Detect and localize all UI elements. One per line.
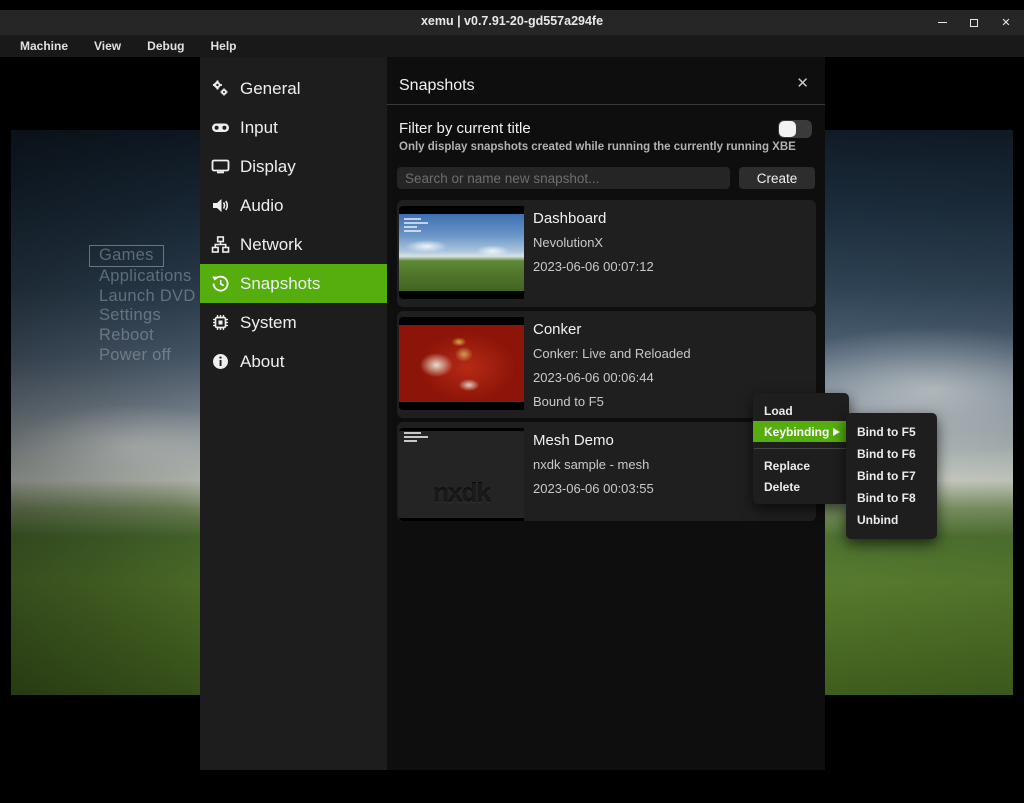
dashboard-item-reboot: Reboot bbox=[99, 326, 196, 346]
dashboard-item-settings: Settings bbox=[99, 306, 196, 326]
snapshot-title: Dashboard bbox=[533, 210, 654, 227]
context-menu-delete[interactable]: Delete bbox=[753, 476, 849, 497]
snapshot-game: NevolutionX bbox=[533, 235, 654, 250]
filter-by-title-label: Filter by current title bbox=[399, 120, 531, 137]
sidebar-item-label: About bbox=[240, 352, 284, 372]
snapshot-title: Mesh Demo bbox=[533, 432, 654, 449]
snapshot-thumbnail: nxdk bbox=[399, 428, 524, 521]
title-bar[interactable]: xemu | v0.7.91-20-gd557a294fe ✕ bbox=[0, 10, 1024, 35]
panel-header: Snapshots ✕ bbox=[387, 57, 825, 105]
submenu-bind-f7[interactable]: Bind to F7 bbox=[846, 465, 937, 487]
sidebar-item-label: Snapshots bbox=[240, 274, 320, 294]
xemu-window: xemu | v0.7.91-20-gd557a294fe ✕ Machine … bbox=[0, 0, 1024, 803]
sidebar-item-label: System bbox=[240, 313, 297, 333]
create-snapshot-button[interactable]: Create bbox=[739, 167, 815, 189]
nxdk-logo-text: nxdk bbox=[399, 478, 524, 509]
context-menu-load[interactable]: Load bbox=[753, 400, 849, 421]
dashboard-item-applications: Applications bbox=[99, 267, 196, 287]
sidebar-item-audio[interactable]: Audio bbox=[200, 186, 387, 225]
minimize-button[interactable] bbox=[934, 15, 950, 31]
gamepad-icon bbox=[211, 118, 230, 137]
thumbnail-overlay-text bbox=[404, 218, 428, 234]
snapshot-thumbnail bbox=[399, 206, 524, 299]
snapshot-timestamp: 2023-06-06 00:06:44 bbox=[533, 370, 691, 385]
thumbnail-overlay-text bbox=[404, 432, 428, 444]
submenu-unbind[interactable]: Unbind bbox=[846, 509, 937, 531]
sidebar-item-snapshots[interactable]: Snapshots bbox=[200, 264, 387, 303]
dashboard-item-games: Games bbox=[89, 245, 164, 267]
submenu-arrow-icon bbox=[833, 428, 840, 436]
submenu-bind-f5[interactable]: Bind to F5 bbox=[846, 421, 937, 443]
panel-title: Snapshots bbox=[399, 77, 475, 95]
minimize-icon bbox=[938, 22, 947, 24]
toggle-knob bbox=[779, 121, 796, 137]
menu-help[interactable]: Help bbox=[211, 39, 237, 53]
keybinding-submenu: Bind to F5 Bind to F6 Bind to F7 Bind to… bbox=[846, 413, 937, 539]
chip-icon bbox=[211, 313, 230, 332]
sidebar-item-about[interactable]: About bbox=[200, 342, 387, 381]
close-button[interactable]: ✕ bbox=[998, 15, 1014, 31]
sidebar-item-input[interactable]: Input bbox=[200, 108, 387, 147]
sidebar-item-label: General bbox=[240, 79, 300, 99]
menu-machine[interactable]: Machine bbox=[20, 39, 68, 53]
filter-toggle[interactable] bbox=[778, 120, 812, 138]
dashboard-item-power-off: Power off bbox=[99, 346, 196, 366]
maximize-button[interactable] bbox=[966, 15, 982, 31]
snapshot-game: nxdk sample - mesh bbox=[533, 457, 654, 472]
menu-bar: Machine View Debug Help bbox=[0, 35, 1024, 57]
filter-description: Only display snapshots created while run… bbox=[399, 141, 796, 153]
dashboard-item-launch-dvd: Launch DVD bbox=[99, 287, 196, 307]
speaker-icon bbox=[211, 196, 230, 215]
sidebar-item-label: Network bbox=[240, 235, 302, 255]
sidebar-item-network[interactable]: Network bbox=[200, 225, 387, 264]
context-menu-replace[interactable]: Replace bbox=[753, 455, 849, 476]
settings-sidebar: General Input Display Audio Network bbox=[200, 57, 387, 770]
sidebar-item-label: Display bbox=[240, 157, 296, 177]
menu-debug[interactable]: Debug bbox=[147, 39, 184, 53]
snapshot-timestamp: 2023-06-06 00:03:55 bbox=[533, 481, 654, 496]
snapshot-binding: Bound to F5 bbox=[533, 394, 691, 409]
dashboard-menu: Games Applications Launch DVD Settings R… bbox=[99, 245, 196, 366]
network-icon bbox=[211, 235, 230, 254]
keybinding-label: Keybinding bbox=[764, 425, 829, 439]
sidebar-item-label: Audio bbox=[240, 196, 283, 216]
submenu-bind-f8[interactable]: Bind to F8 bbox=[846, 487, 937, 509]
context-menu-keybinding[interactable]: Keybinding bbox=[753, 421, 849, 442]
sidebar-item-system[interactable]: System bbox=[200, 303, 387, 342]
info-icon bbox=[211, 352, 230, 371]
snapshot-timestamp: 2023-06-06 00:07:12 bbox=[533, 259, 654, 274]
sidebar-item-display[interactable]: Display bbox=[200, 147, 387, 186]
sidebar-item-label: Input bbox=[240, 118, 278, 138]
snapshot-context-menu: Load Keybinding Replace Delete bbox=[753, 393, 849, 504]
context-menu-separator bbox=[754, 448, 848, 449]
maximize-icon bbox=[970, 19, 978, 27]
panel-close-icon[interactable]: ✕ bbox=[796, 74, 809, 92]
gears-icon bbox=[211, 79, 230, 98]
snapshot-thumbnail bbox=[399, 317, 524, 410]
monitor-icon bbox=[211, 157, 230, 176]
history-icon bbox=[211, 274, 230, 293]
window-title: xemu | v0.7.91-20-gd557a294fe bbox=[0, 14, 1024, 28]
snapshot-title: Conker bbox=[533, 321, 691, 338]
sidebar-item-general[interactable]: General bbox=[200, 69, 387, 108]
menu-view[interactable]: View bbox=[94, 39, 121, 53]
snapshot-row-dashboard[interactable]: Dashboard NevolutionX 2023-06-06 00:07:1… bbox=[397, 200, 816, 307]
submenu-bind-f6[interactable]: Bind to F6 bbox=[846, 443, 937, 465]
snapshot-search-input[interactable] bbox=[397, 167, 730, 189]
snapshot-game: Conker: Live and Reloaded bbox=[533, 346, 691, 361]
